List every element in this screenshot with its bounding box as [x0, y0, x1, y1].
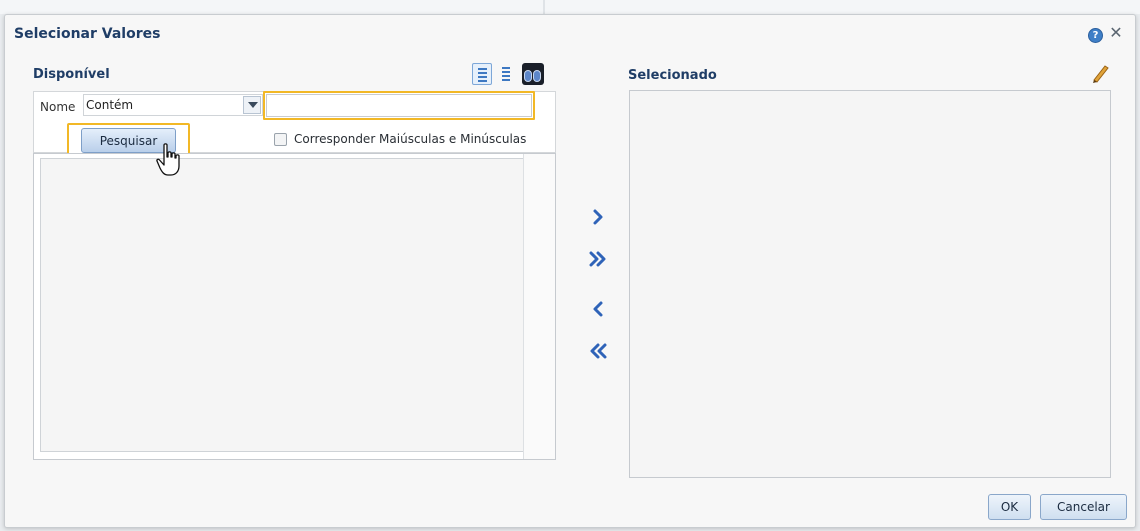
available-label: Disponível [33, 67, 110, 82]
binoculars-icon[interactable] [522, 63, 544, 85]
help-icon[interactable]: ? [1088, 28, 1103, 43]
available-values-area[interactable] [40, 158, 524, 452]
search-button[interactable]: Pesquisar [81, 128, 176, 153]
match-case-checkbox[interactable] [274, 133, 287, 146]
search-input[interactable] [263, 91, 535, 120]
list-view-icon[interactable] [472, 63, 492, 85]
move-all-right-icon[interactable] [588, 249, 608, 269]
close-icon[interactable]: ✕ [1109, 24, 1123, 42]
pencil-icon[interactable] [1090, 62, 1110, 84]
select-values-dialog: Selecionar Valores ? ✕ Disponível Seleci… [4, 14, 1136, 528]
selected-label: Selecionado [628, 68, 717, 83]
selected-values-list[interactable] [629, 90, 1111, 478]
available-scrollbar[interactable] [523, 154, 555, 459]
operator-dropdown[interactable]: Contém [83, 94, 263, 116]
chevron-down-icon[interactable] [243, 96, 261, 114]
match-case-label: Corresponder Maiúsculas e Minúsculas [294, 132, 527, 146]
move-left-icon[interactable] [588, 299, 608, 319]
background-strip [0, 0, 1140, 14]
compact-view-icon[interactable] [499, 63, 513, 85]
available-values-list[interactable] [33, 153, 556, 460]
move-all-left-icon[interactable] [588, 341, 608, 361]
dialog-title: Selecionar Valores [14, 26, 161, 42]
name-label: Nome [40, 100, 76, 114]
operator-value: Contém [86, 98, 134, 112]
search-panel: Nome Contém Pesquisar Corresponder Maiús… [33, 91, 556, 158]
move-right-icon[interactable] [588, 207, 608, 227]
background-seam [543, 0, 545, 14]
cancel-button[interactable]: Cancelar [1040, 494, 1127, 520]
ok-button[interactable]: OK [988, 494, 1031, 520]
